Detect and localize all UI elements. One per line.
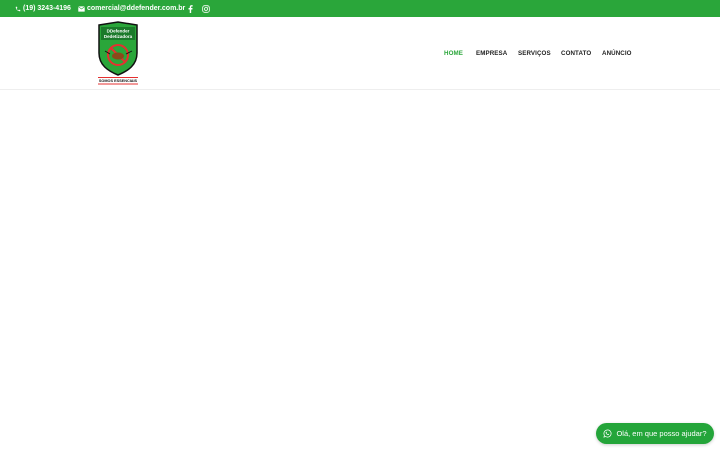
envelope-icon bbox=[78, 5, 85, 12]
email-link[interactable]: comercial@ddefender.com.br bbox=[78, 0, 185, 17]
nav-empresa[interactable]: EMPRESA bbox=[476, 50, 507, 57]
facebook-link[interactable] bbox=[188, 0, 193, 17]
phone-link[interactable]: (19) 3243-4196 bbox=[15, 0, 71, 17]
facebook-icon bbox=[188, 4, 193, 13]
phone-icon bbox=[15, 6, 21, 11]
top-bar: (19) 3243-4196 comercial@ddefender.com.b… bbox=[0, 0, 720, 17]
instagram-icon bbox=[202, 4, 210, 13]
main-content bbox=[0, 90, 720, 450]
whatsapp-label: Olá, em que posso ajudar? bbox=[616, 429, 707, 438]
instagram-link[interactable] bbox=[202, 0, 210, 17]
main-nav: HOME EMPRESA SERVIÇOS CONTATO ANÚNCIO bbox=[0, 17, 720, 89]
whatsapp-chat-button[interactable]: Olá, em que posso ajudar? bbox=[596, 423, 714, 444]
nav-anuncio[interactable]: ANÚNCIO bbox=[602, 50, 632, 57]
nav-servicos[interactable]: SERVIÇOS bbox=[518, 50, 551, 57]
phone-number: (19) 3243-4196 bbox=[23, 5, 71, 12]
nav-contato[interactable]: CONTATO bbox=[561, 50, 591, 57]
nav-home[interactable]: HOME bbox=[444, 50, 463, 57]
whatsapp-icon bbox=[603, 429, 612, 438]
email-address: comercial@ddefender.com.br bbox=[87, 5, 186, 12]
site-header: DDefender Dedetizadora SOMOS ESSENCIAIS … bbox=[0, 17, 720, 90]
